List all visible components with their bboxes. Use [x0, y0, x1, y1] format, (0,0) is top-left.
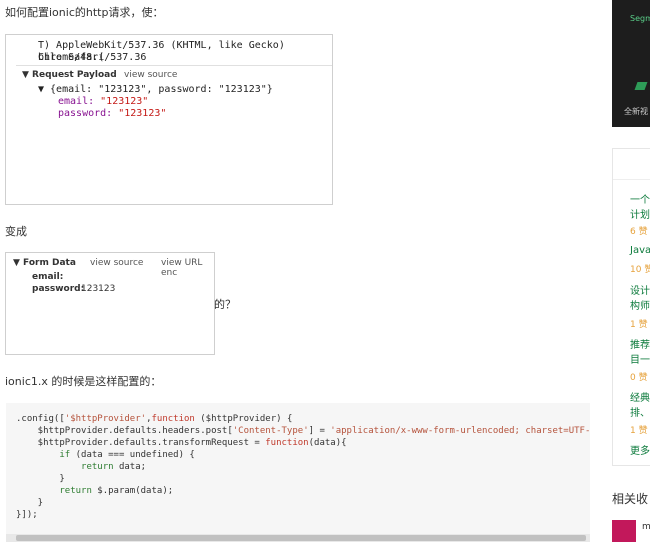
becomes-text: 变成 [5, 225, 27, 238]
article-likes: 1 赞 [630, 320, 648, 330]
email-row: email: "123123" [58, 96, 148, 108]
question-intro: 如何配置ionic的http请求，使： [5, 6, 164, 19]
article-link[interactable]: 经典 [630, 389, 650, 404]
password-row: password: "123123" [58, 108, 166, 120]
article-link[interactable]: 计划 [630, 206, 650, 221]
code-line: return data; [81, 462, 147, 472]
sidebar-banner[interactable]: Segm 全新视 [612, 0, 650, 127]
payload-summary: ▼ {email: "123123", password: "123123"} [38, 84, 273, 95]
article-link[interactable]: 排、 [630, 404, 650, 419]
panel-divider [613, 179, 650, 180]
article-link[interactable]: 推荐 [630, 336, 650, 351]
article-link[interactable]: 构师 [630, 297, 650, 312]
code-line: } [16, 498, 44, 508]
banner-graphic [634, 82, 648, 90]
scrollbar-thumb[interactable] [16, 535, 586, 541]
code-line: $httpProvider.defaults.transformRequest … [16, 438, 347, 448]
form-data-screenshot: ▼ Form Data view source view URL enc ema… [5, 252, 215, 355]
email-key: email: [58, 96, 95, 107]
view-source-link: view source [90, 258, 144, 268]
password-value: "123123" [118, 108, 167, 119]
email-label: email: [32, 272, 64, 282]
article-likes: 10 赞 [630, 265, 650, 275]
request-payload-screenshot: T) AppleWebKit/537.36 (KHTML, like Gecko… [5, 34, 333, 205]
password-key: password: [58, 108, 113, 119]
password-value: 123123 [81, 284, 116, 294]
code-line: $httpProvider.defaults.headers.post['Con… [16, 426, 590, 436]
divider [16, 65, 332, 66]
question-suffix: 的？ [214, 298, 236, 311]
article-link[interactable]: 目一 [630, 351, 650, 366]
password-label: password: [32, 284, 85, 294]
user-agent-line: bile Safari/537.36 [38, 52, 147, 63]
article-link[interactable]: Java [630, 245, 650, 256]
code-line: return $.param(data); [59, 486, 174, 496]
code-horizontal-scrollbar[interactable] [6, 534, 590, 542]
recommended-articles-panel: 一个 计划 6 赞 Java 10 赞 设计 构师 1 赞 推荐 目一 0 赞 … [612, 148, 650, 466]
request-payload-header: ▼ Request Payload [22, 70, 117, 80]
avatar[interactable] [612, 520, 636, 542]
email-value: "123123" [100, 96, 149, 107]
ionic1-note: ionic1.x 的时候是这样配置的： [5, 375, 162, 388]
code-line: }]); [16, 510, 38, 520]
article-link[interactable]: 一个 [630, 191, 650, 206]
code-block: .config(['$httpProvider',function ($http… [6, 403, 590, 538]
article-link[interactable]: 设计 [630, 282, 650, 297]
form-data-header: ▼ Form Data [13, 258, 76, 268]
code-line: .config(['$httpProvider',function ($http… [16, 414, 293, 424]
banner-caption: 全新视 [624, 107, 648, 116]
code-line: } [16, 474, 65, 484]
view-url-encoded-link: view URL enc [161, 258, 203, 278]
code-line: if (data === undefined) { [59, 450, 195, 460]
article-likes: 0 赞 [630, 373, 648, 383]
article-likes: 6 赞 [630, 227, 648, 237]
related-collections-title: 相关收 [612, 492, 649, 506]
avatar-user-initial: m [642, 522, 650, 532]
view-source-link: view source [124, 70, 178, 80]
more-link[interactable]: 更多 [630, 442, 650, 457]
banner-title: Segm [630, 14, 650, 23]
article-likes: 1 赞 [630, 426, 648, 436]
